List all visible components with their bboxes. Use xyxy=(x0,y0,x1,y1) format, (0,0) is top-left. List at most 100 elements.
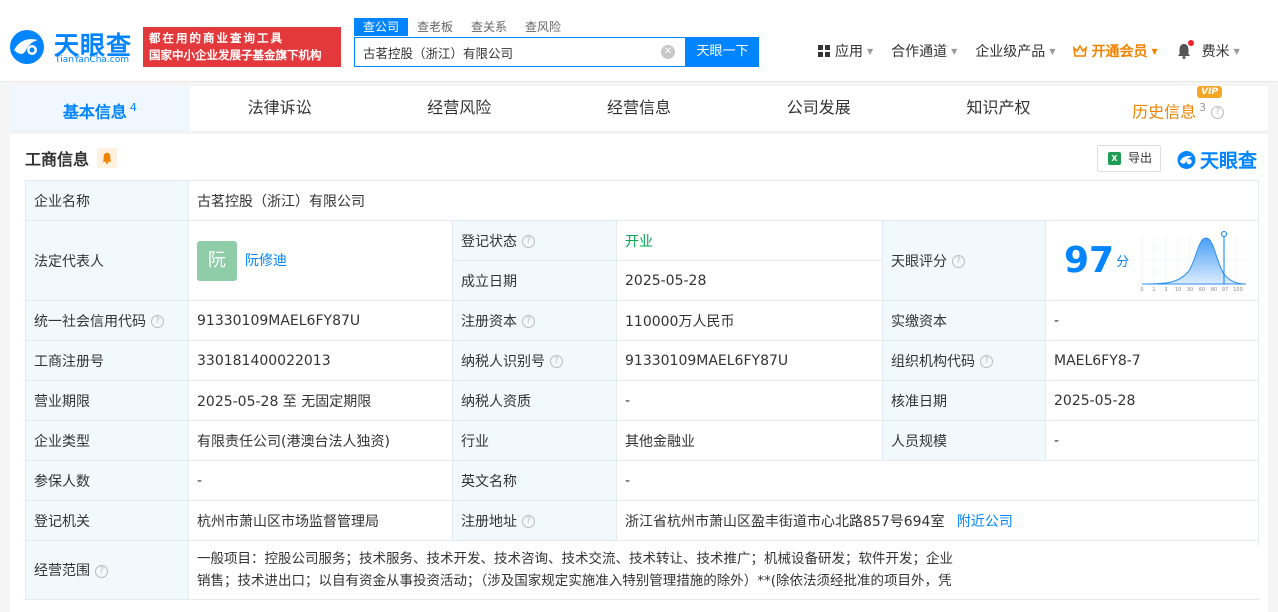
tianyancha-logo-icon xyxy=(10,30,44,64)
tab-development[interactable]: 公司发展 xyxy=(729,86,909,131)
nearby-companies-link[interactable]: 附近公司 xyxy=(957,514,1013,530)
english-name: - xyxy=(616,460,1259,501)
tab-label: 经营风险 xyxy=(427,98,492,117)
tab-operation-info[interactable]: 经营信息 xyxy=(549,86,729,131)
watermark-logo: 天眼查 xyxy=(1176,146,1257,173)
score-tick: 60 xyxy=(1199,287,1205,293)
help-icon[interactable]: ? xyxy=(522,515,535,528)
table-row: 统一社会信用代码? 91330109MAEL6FY87U 注册资本? 11000… xyxy=(25,300,1259,341)
score-unit: 分 xyxy=(1116,255,1130,270)
crown-icon xyxy=(1073,45,1088,57)
search-button[interactable]: 天眼一下 xyxy=(686,37,759,67)
org-code: MAEL6FY8-7 xyxy=(1045,340,1259,381)
tab-legal[interactable]: 法律诉讼 xyxy=(190,86,370,131)
score-label: 天眼评分 xyxy=(891,253,947,270)
avatar[interactable]: 阮 xyxy=(197,240,237,281)
export-button[interactable]: X 导出 xyxy=(1097,145,1161,172)
tab-operation-risk[interactable]: 经营风险 xyxy=(369,86,549,131)
promo-line-2: 国家中小企业发展子基金旗下机构 xyxy=(149,48,322,62)
credit-code: 91330109MAEL6FY87U xyxy=(188,300,453,341)
vip-badge: VIP xyxy=(1197,86,1223,98)
promo-line-1: 都在用的商业查询工具 xyxy=(149,31,284,45)
tab-history[interactable]: VIP 历史信息 3? xyxy=(1088,86,1268,131)
table-row: 企业类型 有限责任公司(港澳台法人独资) 行业 其他金融业 人员规模 - xyxy=(25,420,1259,461)
address-label: 注册地址 xyxy=(461,513,517,530)
top-nav: 应用 ▼ 合作通道 ▼ 企业级产品 ▼ 开通会员 ▼ 费米 ▼ xyxy=(818,40,1258,61)
help-icon[interactable]: ? xyxy=(151,315,164,328)
industry-label: 行业 xyxy=(452,420,617,461)
help-icon[interactable]: ? xyxy=(550,355,563,368)
tab-basic-info[interactable]: 基本信息 4 xyxy=(10,86,190,131)
business-info-table: 企业名称 古茗控股（浙江）有限公司 法定代表人 阮阮修迪 登记状态? 开业 天眼… xyxy=(25,180,1259,600)
tab-label: 基本信息 xyxy=(62,102,127,122)
promo-banner[interactable]: 都在用的商业查询工具 国家中小企业发展子基金旗下机构 xyxy=(143,27,341,67)
help-icon[interactable]: ? xyxy=(952,255,965,268)
business-info-panel: 工商信息 X 导出 天眼查 企业名称 古茗控股（浙江）有限公司 法定代表人 阮阮… xyxy=(10,134,1268,612)
score-label-cell: 天眼评分? xyxy=(882,220,1046,301)
table-row: 营业期限 2025-05-28 至 无固定期限 纳税人资质 - 核准日期 202… xyxy=(25,380,1259,421)
chevron-down-icon: ▼ xyxy=(1151,46,1158,56)
nav-app[interactable]: 应用 ▼ xyxy=(818,41,873,61)
score-cell[interactable]: 97 分 0 1 3 10 30 60 80 97 100 xyxy=(1045,220,1259,301)
table-row: 登记机关 杭州市萧山区市场监督管理局 注册地址? 浙江省杭州市萧山区盈丰街道市心… xyxy=(25,500,1259,541)
address-cell: 浙江省杭州市萧山区盈丰街道市心北路857号694室 附近公司 xyxy=(616,500,1259,541)
insured: - xyxy=(188,460,453,501)
search-tab-company[interactable]: 查公司 xyxy=(354,18,409,36)
search-tab-boss[interactable]: 查老板 xyxy=(408,18,462,36)
scope-label: 经营范围 xyxy=(34,563,90,579)
nav-enterprise-label: 企业级产品 xyxy=(975,44,1046,60)
export-label: 导出 xyxy=(1128,151,1153,165)
authority: 杭州市萧山区市场监督管理局 xyxy=(188,500,453,541)
tab-label: 法律诉讼 xyxy=(247,98,312,117)
logo[interactable]: 天眼查 TianYanCha.com xyxy=(8,26,138,68)
reg-no-label: 工商注册号 xyxy=(25,340,189,381)
nav-vip-label: 开通会员 xyxy=(1091,44,1148,60)
company-type: 有限责任公司(港澳台法人独资) xyxy=(188,420,453,461)
tab-label: 公司发展 xyxy=(786,98,851,117)
bell-icon[interactable] xyxy=(1176,40,1194,59)
nav-channel[interactable]: 合作通道 ▼ xyxy=(891,41,957,61)
score-tick: 10 xyxy=(1175,287,1181,293)
chevron-down-icon: ▼ xyxy=(951,46,958,56)
help-icon[interactable]: ? xyxy=(522,235,535,248)
tab-count: 3 xyxy=(1199,101,1207,114)
org-code-label-cell: 组织机构代码? xyxy=(882,340,1046,381)
score-value: 97 xyxy=(1064,240,1115,281)
search-box: ✕ xyxy=(354,37,686,67)
help-icon[interactable]: ? xyxy=(522,315,535,328)
tab-ip[interactable]: 知识产权 xyxy=(909,86,1089,131)
help-icon[interactable]: ? xyxy=(95,564,108,578)
tianyancha-logo-icon xyxy=(1177,150,1196,169)
reg-capital-label-cell: 注册资本? xyxy=(452,300,617,341)
top-bar: 天眼查 TianYanCha.com 都在用的商业查询工具 国家中小企业发展子基… xyxy=(0,0,1278,82)
nav-user[interactable]: 费米 ▼ xyxy=(1202,41,1240,61)
company-name-label: 企业名称 xyxy=(25,180,189,221)
notification-dot xyxy=(1187,40,1194,46)
search-tab-risk[interactable]: 查风险 xyxy=(516,18,570,36)
nav-enterprise[interactable]: 企业级产品 ▼ xyxy=(975,41,1055,61)
reg-capital-label: 注册资本 xyxy=(461,313,517,330)
search-tab-relation[interactable]: 查关系 xyxy=(462,18,516,36)
help-icon[interactable]: ? xyxy=(980,355,993,368)
nav-vip[interactable]: 开通会员 ▼ xyxy=(1073,41,1158,61)
term: 2025-05-28 至 无固定期限 xyxy=(188,380,453,421)
staff-label: 人员规模 xyxy=(882,420,1046,461)
nav-channel-label: 合作通道 xyxy=(891,44,948,60)
score-tick: 0 xyxy=(1140,287,1143,293)
taxpayer-id: 91330109MAEL6FY87U xyxy=(616,340,883,381)
score-tick: 3 xyxy=(1164,287,1167,293)
bell-icon[interactable] xyxy=(97,148,118,168)
established-date: 2025-05-28 xyxy=(616,260,883,301)
search-input[interactable] xyxy=(355,38,655,66)
taxpayer-id-label: 纳税人识别号 xyxy=(461,353,545,370)
legal-rep-label: 法定代表人 xyxy=(25,220,189,301)
clear-icon[interactable]: ✕ xyxy=(661,45,675,59)
reg-status-label: 登记状态 xyxy=(461,233,517,250)
help-icon[interactable]: ? xyxy=(1211,106,1225,120)
address-label-cell: 注册地址? xyxy=(452,500,617,541)
chevron-down-icon: ▼ xyxy=(1049,46,1056,56)
taxpayer-id-label-cell: 纳税人识别号? xyxy=(452,340,617,381)
table-row: 参保人数 - 英文名称 - xyxy=(25,460,1259,501)
reg-capital: 110000万人民币 xyxy=(616,300,883,341)
legal-rep-link[interactable]: 阮修迪 xyxy=(245,253,287,269)
